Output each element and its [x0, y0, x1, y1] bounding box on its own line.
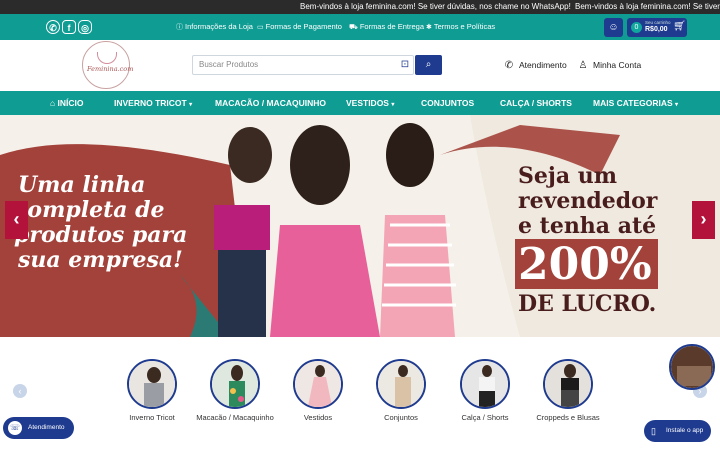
- category-image-partial[interactable]: [669, 344, 715, 390]
- banner-left-line: produtos para: [14, 222, 188, 248]
- support-link[interactable]: ✆ Atendimento: [503, 58, 567, 72]
- cart-button[interactable]: 0 Seu carrinho R$0,00 🛒︎: [627, 18, 687, 37]
- chevron-right-icon: ›: [700, 209, 707, 229]
- banner-percent: 200%: [518, 239, 652, 290]
- user-account-button[interactable]: ☺: [604, 18, 623, 37]
- payment-methods-label: Formas de Pagamento: [265, 22, 342, 31]
- cart-total: R$0,00: [645, 26, 668, 33]
- category-label: Conjuntos: [384, 413, 418, 422]
- category-image: [210, 359, 260, 409]
- user-icon: ♙: [578, 59, 588, 71]
- store-info-label: Informações da Loja: [185, 22, 253, 31]
- category-label: Inverno Tricot: [129, 413, 175, 422]
- nav-item-mais-categorias[interactable]: MAIS CATEGORIAS ▾: [593, 91, 678, 115]
- delivery-methods-link[interactable]: ⛟ Formas de Entrega: [349, 14, 424, 40]
- logo-text: Feminina.com: [87, 65, 134, 73]
- nav-label: MAIS CATEGORIAS: [593, 98, 673, 108]
- hanger-icon: [97, 52, 117, 64]
- slider-next-button[interactable]: ›: [692, 201, 715, 239]
- terms-policies-label: Termos e Políticas: [433, 22, 496, 31]
- banner-right-line: Seja um: [518, 163, 618, 189]
- my-account-link[interactable]: ♙ Minha Conta: [577, 58, 642, 72]
- install-app-button[interactable]: ▯ Instale o app: [644, 420, 711, 442]
- category-label: Macacão / Macaquinho: [196, 413, 274, 422]
- chevron-down-icon: ▾: [189, 102, 193, 108]
- nav-item-macacao[interactable]: MACACÃO / MACAQUINHO: [215, 91, 326, 115]
- category-carousel: [0, 337, 720, 450]
- banner-left-line: Uma linha: [18, 172, 146, 198]
- announcement-ticker: Bem-vindos à loja feminina.com! Se tiver…: [0, 0, 720, 14]
- truck-icon: ⛟: [349, 24, 358, 31]
- install-app-label: Instale o app: [666, 427, 704, 434]
- user-icon: ☺: [608, 22, 619, 33]
- shopping-cart-icon: 🛒︎: [673, 21, 686, 32]
- whatsapp-icon: ✆: [504, 59, 514, 71]
- nav-label: CALÇA / SHORTS: [500, 98, 572, 108]
- nav-item-calca-shorts[interactable]: CALÇA / SHORTS: [500, 91, 572, 115]
- banner-right-line: revendedor: [518, 188, 658, 214]
- delivery-methods-label: Formas de Entrega: [359, 22, 425, 31]
- chevron-left-icon: ‹: [13, 209, 20, 229]
- category-image: [376, 359, 426, 409]
- ticker-message: Bem-vindos à loja feminina.com! Se tiver…: [575, 2, 720, 11]
- nav-label: CONJUNTOS: [421, 98, 475, 108]
- cart-label: Seu carrinho: [645, 20, 671, 25]
- category-image: [460, 359, 510, 409]
- search-input[interactable]: Buscar Produtos: [192, 55, 414, 75]
- my-account-label: Minha Conta: [593, 60, 642, 70]
- support-label: Atendimento: [519, 60, 567, 70]
- terms-policies-link[interactable]: ✱ Termos e Políticas: [426, 14, 495, 40]
- instagram-icon[interactable]: ◎: [78, 20, 92, 34]
- chevron-down-icon: ▾: [391, 102, 395, 108]
- nav-label: VESTIDOS: [346, 98, 389, 108]
- nav-label: MACACÃO / MACAQUINHO: [215, 98, 326, 108]
- search-button[interactable]: ⌕: [415, 55, 442, 75]
- main-navigation: ⌂ INÍCIO INVERNO TRICOT ▾ MACACÃO / MACA…: [0, 91, 720, 115]
- store-logo[interactable]: Feminina.com: [82, 41, 134, 89]
- nav-label: INVERNO TRICOT: [114, 98, 187, 108]
- hero-banner[interactable]: Uma linha completa de produtos para sua …: [0, 115, 720, 337]
- facebook-icon[interactable]: f: [62, 20, 76, 34]
- nav-label: INÍCIO: [57, 98, 84, 108]
- category-image: [127, 359, 177, 409]
- image-search-icon[interactable]: ⊡: [398, 58, 412, 72]
- search-icon: ⌕: [425, 59, 432, 70]
- payment-methods-link[interactable]: ▭ Formas de Pagamento: [257, 14, 342, 40]
- nav-item-conjuntos[interactable]: CONJUNTOS: [421, 91, 474, 115]
- banner-right-line: e tenha até: [518, 213, 657, 239]
- chat-icon: ☏: [8, 421, 22, 435]
- chevron-down-icon: ▾: [675, 102, 679, 108]
- info-icon: ⓘ: [176, 24, 183, 31]
- category-image: [293, 359, 343, 409]
- banner-profit: DE LUCRO.: [518, 291, 657, 317]
- store-info-link[interactable]: ⓘ Informações da Loja: [176, 14, 253, 40]
- ticker-message: Bem-vindos à loja feminina.com! Se tiver…: [300, 2, 571, 11]
- home-icon: ⌂: [50, 98, 56, 108]
- nav-item-inverno-tricot[interactable]: INVERNO TRICOT ▾: [114, 91, 192, 115]
- gear-icon: ✱: [426, 24, 432, 31]
- category-label: Vestidos: [303, 413, 333, 422]
- support-float-label: Atendimento: [28, 424, 65, 431]
- phone-icon: ▯: [651, 426, 656, 436]
- category-label: Calça / Shorts: [461, 413, 509, 422]
- category-prev-button[interactable]: ‹: [13, 384, 27, 398]
- credit-card-icon: ▭: [257, 24, 264, 31]
- whatsapp-icon[interactable]: ✆: [46, 20, 60, 34]
- banner-left-line: sua empresa!: [18, 247, 183, 273]
- cart-count-badge: 0: [631, 22, 642, 33]
- nav-item-inicio[interactable]: ⌂ INÍCIO: [50, 91, 84, 115]
- slider-prev-button[interactable]: ‹: [5, 201, 28, 239]
- category-label: Croppeds e Blusas: [536, 413, 600, 422]
- nav-item-vestidos[interactable]: VESTIDOS ▾: [346, 91, 394, 115]
- category-image: [543, 359, 593, 409]
- chevron-left-icon: ‹: [18, 386, 22, 396]
- support-float-button[interactable]: ☏ Atendimento: [3, 417, 74, 439]
- banner-left-line: completa de: [14, 197, 165, 223]
